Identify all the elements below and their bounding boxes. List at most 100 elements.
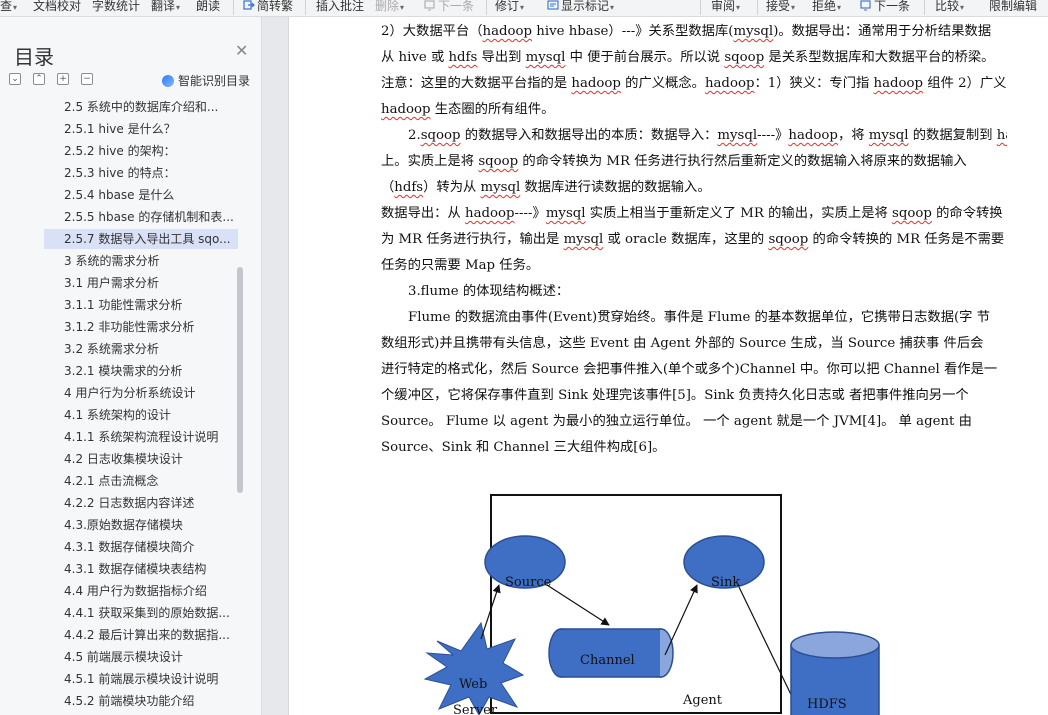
spellcheck-word: mysql bbox=[545, 206, 586, 221]
toc-item[interactable]: 4.3.1 数据存储模块表结构 bbox=[44, 559, 238, 579]
delete-comment-button[interactable]: 删除▾ bbox=[375, 0, 405, 16]
document-line[interactable]: 数据导出：从 hadoop----》mysql 实质上相当于重新定义了 MR 的… bbox=[381, 201, 1007, 227]
smart-toc-button[interactable]: 智能识别目录 bbox=[162, 72, 250, 89]
document-line[interactable]: （hdfs）转为从 mysql 数据库进行读数据的数据输入。 bbox=[381, 175, 1007, 201]
toc-item[interactable]: 3.1 用户需求分析 bbox=[44, 273, 238, 293]
toc-item[interactable]: 3 系统的需求分析 bbox=[44, 251, 238, 271]
toc-item[interactable]: 2.5.1 hive 是什么？ bbox=[44, 119, 238, 139]
toc-item[interactable]: 4.5 前端展示模块设计 bbox=[44, 647, 238, 667]
toc-item[interactable]: 3.1.1 功能性需求分析 bbox=[44, 295, 238, 315]
document-line[interactable]: 3.flume 的体现结构概述： bbox=[381, 279, 1007, 305]
channel-label: Channel bbox=[580, 653, 635, 668]
convert-icon bbox=[243, 0, 255, 10]
toc-item[interactable]: 2.5.5 hbase 的存储机制和表... bbox=[44, 207, 238, 227]
toolbar-divider bbox=[233, 0, 234, 15]
restrict-editing-button[interactable]: 限制编辑 bbox=[989, 0, 1037, 16]
spellcheck-word: mysql bbox=[480, 180, 521, 195]
document-line[interactable]: 进行特定的格式化，然后 Source 会把事件推入(单个或多个)Channel … bbox=[381, 357, 1007, 383]
show-markup-button[interactable]: 显示标记▾ bbox=[547, 0, 614, 16]
toolbar-item-label: 接受 bbox=[766, 0, 791, 13]
smart-toc-label: 智能识别目录 bbox=[178, 74, 251, 88]
next-change-button[interactable]: 下一条 bbox=[860, 0, 910, 16]
toc-item[interactable]: 2.5.3 hive 的特点： bbox=[44, 163, 238, 183]
toc-item[interactable]: 4.2.1 点击流概念 bbox=[44, 471, 238, 491]
spellcheck-word: sqoop bbox=[478, 154, 519, 169]
word-count-button[interactable]: 字数统计 bbox=[92, 0, 140, 16]
toc-item[interactable]: 2.5.2 hive 的架构： bbox=[44, 141, 238, 161]
document-line[interactable]: 数组形式)并且携带有头信息，这些 Event 由 Agent 外部的 Sourc… bbox=[381, 331, 1007, 357]
toc-item[interactable]: 4.4 用户行为数据指标介绍 bbox=[44, 581, 238, 601]
document-line[interactable]: 从 hive 或 hdfs 导出到 mysql 中 便于前台展示。所以说 sqo… bbox=[381, 45, 1007, 71]
review-button[interactable]: 审阅▾ bbox=[711, 0, 740, 16]
document-line[interactable]: 任务的只需要 Map 任务。 bbox=[381, 253, 1007, 279]
flume-architecture-diagram: Source Sink Channel Agent Web Server bbox=[419, 493, 1048, 715]
toc-item[interactable]: 4.1 系统架构的设计 bbox=[44, 405, 238, 425]
toolbar-item-label: 比较 bbox=[935, 0, 960, 13]
spellcheck-word: sqoop bbox=[892, 206, 932, 221]
show-markup-icon bbox=[547, 0, 559, 10]
toc-item[interactable]: 4.5.1 前端展示模块设计说明 bbox=[44, 669, 238, 689]
remove-heading-icon[interactable]: − bbox=[81, 73, 93, 85]
document-line[interactable]: hadoop 生态圈的所有组件。 bbox=[381, 97, 1007, 123]
insert-comment-button[interactable]: 插入批注 bbox=[316, 0, 364, 16]
add-heading-icon[interactable]: + bbox=[57, 73, 69, 85]
reject-button[interactable]: 拒绝▾ bbox=[812, 0, 841, 16]
expand-up-icon[interactable]: ⌃ bbox=[33, 73, 45, 85]
document-line[interactable]: Source、Sink 和 Channel 三大组件构成[6]。 bbox=[381, 435, 1007, 461]
collapse-all-icon[interactable]: ⌄ bbox=[9, 73, 21, 85]
spellcheck-word: sqoop bbox=[420, 128, 461, 143]
spellcheck-word: hadoop bbox=[571, 76, 621, 91]
document-page[interactable]: 2）大数据平台（hadoop hive hbase）---》关系型数据库(mys… bbox=[288, 17, 1048, 715]
dropdown-caret-icon: ▾ bbox=[520, 3, 525, 12]
document-line[interactable]: 个缓冲区，它将保存事件直到 Sink 处理完该事件[5]。Sink 负责持久化日… bbox=[381, 383, 1007, 409]
spellcheck-word: mysql bbox=[717, 128, 758, 143]
toc-item[interactable]: 4.2.2 日志数据内容详述 bbox=[44, 493, 238, 513]
toc-item[interactable]: 3.2 系统需求分析 bbox=[44, 339, 238, 359]
document-line[interactable]: 2.sqoop 的数据导入和数据导出的本质：数据导入：mysql----》had… bbox=[381, 123, 1007, 149]
document-line[interactable]: Source。 Flume 以 agent 为最小的独立运行单位。 一个 age… bbox=[381, 409, 1007, 435]
toc-item[interactable]: 4 用户行为分析系统设计 bbox=[44, 383, 238, 403]
spellcheck-word: mysql bbox=[733, 24, 774, 39]
agent-frame bbox=[490, 494, 782, 714]
accept-button[interactable]: 接受▾ bbox=[766, 0, 796, 16]
document-line[interactable]: 为 MR 任务进行执行，输出是 mysql 或 oracle 数据库，这里的 s… bbox=[381, 227, 1007, 253]
toolbar-item-label: 删除 bbox=[375, 0, 400, 13]
dropdown-caret-icon: ▾ bbox=[791, 3, 796, 12]
toc-item[interactable]: 4.4.1 获取采集到的原始数据... bbox=[44, 603, 238, 623]
toolbar-item-0[interactable]: 查▾ bbox=[0, 0, 17, 16]
toc-item[interactable]: 4.2 日志收集模块设计 bbox=[44, 449, 238, 469]
agent-label: Agent bbox=[683, 693, 722, 708]
toc-item[interactable]: 2.5 系统中的数据库介绍和... bbox=[44, 97, 238, 117]
toc-item[interactable]: 4.3.1 数据存储模块简介 bbox=[44, 537, 238, 557]
toc-item[interactable]: 4.1.1 系统架构流程设计说明 bbox=[44, 427, 238, 447]
translate-button[interactable]: 翻译▾ bbox=[151, 0, 180, 16]
toc-sidebar: 目录 ✕ ⌄ ⌃ + − 智能识别目录 2.5 系统中的数据库介绍和... 2.5… bbox=[0, 17, 262, 715]
toc-item[interactable]: 3.2.1 模块需求的分析 bbox=[44, 361, 238, 381]
toc-item[interactable]: 2.5.4 hbase 是什么 bbox=[44, 185, 238, 205]
toc-item[interactable]: 3.1.2 非功能性需求分析 bbox=[44, 317, 238, 337]
toc-item[interactable]: 2.5.7 数据导入导出工具 sqo... bbox=[44, 229, 238, 249]
document-line[interactable]: 2）大数据平台（hadoop hive hbase）---》关系型数据库(mys… bbox=[381, 19, 1007, 45]
document-line[interactable]: 上。实质上是将 sqoop 的命令转换为 MR 任务进行执行然后重新定义的数据输… bbox=[381, 149, 1007, 175]
dropdown-caret-icon: ▾ bbox=[400, 3, 405, 12]
toc-item[interactable]: 4.5.2 前端模块功能介绍 bbox=[44, 691, 238, 711]
close-icon[interactable]: ✕ bbox=[235, 43, 249, 59]
toc-item[interactable]: 4.3.原始数据存储模块 bbox=[44, 515, 238, 535]
document-line[interactable]: Flume 的数据流由事件(Event)贯穿始终。事件是 Flume 的基本数据… bbox=[381, 305, 1007, 331]
simplified-to-traditional-button[interactable]: 简转繁 bbox=[243, 0, 293, 16]
document-body-text[interactable]: 2）大数据平台（hadoop hive hbase）---》关系型数据库(mys… bbox=[381, 19, 1007, 461]
spellcheck-word: hdfs bbox=[448, 50, 478, 65]
document-line[interactable]: 注意：这里的大数据平台指的是 hadoop 的广义概念。hadoop：1）狭义：… bbox=[381, 71, 1007, 97]
toolbar-item-label: 审阅 bbox=[711, 0, 736, 13]
track-changes-button[interactable]: 修订▾ bbox=[495, 0, 525, 16]
toc-scrollbar-thumb[interactable] bbox=[237, 267, 243, 493]
toc-item[interactable]: 4.4.2 最后计算出来的数据指... bbox=[44, 625, 238, 645]
toolbar-item-label: 查 bbox=[0, 0, 13, 13]
spellcheck-word: mysql bbox=[868, 128, 909, 143]
proofread-button[interactable]: 文档校对 bbox=[33, 0, 81, 16]
read-aloud-button[interactable]: 朗读 bbox=[196, 0, 220, 16]
toolbar-divider bbox=[924, 0, 925, 15]
compare-button[interactable]: 比较▾ bbox=[935, 0, 964, 16]
toolbar-divider bbox=[700, 0, 701, 15]
next-comment-button[interactable]: 下一条 bbox=[424, 0, 474, 16]
